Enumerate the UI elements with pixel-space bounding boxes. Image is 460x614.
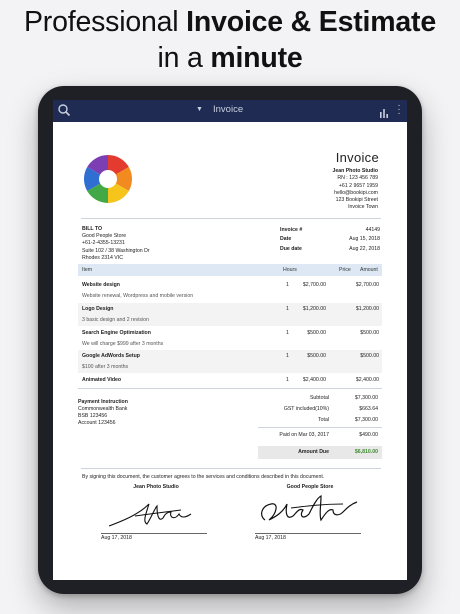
app-bar: ▼ Invoice · · · [53, 100, 407, 122]
footer-divider [81, 468, 381, 469]
item-hours: 1 [286, 353, 289, 359]
item-hours: 1 [286, 282, 289, 288]
item-description: 3 basic design and 2 revision [82, 317, 149, 323]
item-price: $2,400.00 [302, 377, 326, 383]
meta-row: Due date Aug 22, 2018 [280, 245, 380, 252]
amount-due-row: Amount Due $6,810.00 [258, 446, 382, 459]
item-hours: 1 [286, 377, 289, 383]
search-icon[interactable] [57, 103, 71, 122]
payment-instruction: Payment Instruction Commonwealth Bank BS… [78, 399, 128, 427]
business-name: Jean Photo Studio [332, 168, 378, 174]
chevron-down-icon[interactable]: ▼ [196, 106, 203, 113]
table-row: Website design 1 $2,700.00 $2,700.00 Web… [78, 279, 382, 303]
item-description: We will charge $999 after 3 months [82, 341, 164, 347]
table-row: Logo Design 1 $1,200.00 $1,200.00 3 basi… [78, 303, 382, 326]
item-amount: $1,200.00 [355, 306, 379, 312]
item-price: $2,700.00 [302, 282, 326, 288]
item-amount: $500.00 [360, 353, 379, 359]
consent-text: By signing this document, the customer a… [82, 474, 325, 480]
business-details: Jean Photo Studio RN : 123 456 789 +61 2… [332, 168, 378, 212]
meta-row: Invoice #44149 [280, 227, 380, 233]
business-rn: RN : 123 456 789 [337, 175, 378, 182]
invoice-meta: Invoice #44149 Date Aug 15, 2018 Due date… [280, 226, 380, 254]
bill-to-name: Good People Store [82, 233, 127, 240]
meta-row: Date Aug 15, 2018 [280, 236, 380, 243]
item-amount: $500.00 [360, 330, 379, 336]
app-screen: ▼ Invoice · · · Invoice Jean Photo Studi… [53, 100, 407, 580]
invoice-document: Invoice Jean Photo Studio RN : 123 456 7… [53, 122, 407, 580]
signature-line-business [101, 533, 207, 534]
payment-account: Account 123456 [78, 420, 116, 426]
signature-date-customer: Aug 17, 2018 [255, 535, 286, 541]
item-name: Website design [82, 282, 120, 288]
item-name: Logo Design [82, 306, 114, 312]
payment-bsb: BSB 123456 [78, 413, 108, 419]
signature-date-business: Aug 17, 2018 [101, 535, 132, 541]
item-hours: 1 [286, 306, 289, 312]
tablet-frame: ▼ Invoice · · · Invoice Jean Photo Studi… [38, 86, 422, 594]
bill-to-block: BILL TO Good People Store +61-2-4355-132… [82, 226, 150, 262]
bill-to-label: BILL TO [82, 226, 102, 232]
business-address-1: 123 Bookipi Street [335, 197, 378, 204]
col-amount: Amount [360, 267, 378, 273]
total-row: Total $7,300.00 [318, 417, 378, 423]
headline-line-2: in a minute [157, 42, 303, 74]
table-row: Animated Video 1 $2,400.00 $2,400.00 [78, 373, 382, 386]
col-hours: Hours [283, 267, 297, 273]
business-email: hello@bookipi.com [334, 189, 378, 196]
table-row: Search Engine Optimization 1 $500.00 $50… [78, 326, 382, 350]
item-hours: 1 [286, 330, 289, 336]
invoice-title: Invoice [335, 150, 379, 165]
item-amount: $2,400.00 [355, 377, 379, 383]
paid-row: Paid on Mar 03, 2017 $490.00 [279, 432, 378, 438]
business-logo [82, 153, 134, 207]
totals-divider [258, 427, 382, 428]
camera-dots [225, 91, 235, 122]
item-description: $100 after 3 months [82, 364, 129, 370]
items-divider [78, 388, 382, 389]
bill-to-address-1: Suite 102 / 38 Washington Dr [82, 247, 150, 254]
bill-to-phone: +61-2-4355-13231 [82, 240, 125, 247]
app-bar-title[interactable]: Invoice [213, 104, 243, 115]
promo-headline: Professional Invoice & Estimate in a min… [0, 4, 460, 76]
table-row: Google AdWords Setup 1 $500.00 $500.00 $… [78, 350, 382, 373]
item-amount: $2,700.00 [355, 282, 379, 288]
item-price: $500.00 [307, 330, 326, 336]
payment-label: Payment Instruction [78, 399, 128, 405]
business-signature [108, 503, 192, 527]
headline-line-1: Professional Invoice & Estimate [24, 6, 436, 38]
item-description: Website renewal, Wordpress and mobile ve… [82, 293, 194, 299]
bar-chart-icon[interactable] [379, 105, 389, 123]
item-name: Animated Video [82, 377, 122, 383]
bill-to-address-2: Rhodes 2314 VIC [82, 254, 123, 261]
header-divider [81, 218, 381, 219]
payment-bank: Commonwealth Bank [78, 406, 128, 412]
customer-signature [261, 495, 358, 522]
col-price: Price [339, 267, 351, 273]
item-price: $500.00 [307, 353, 326, 359]
item-price: $1,200.00 [302, 306, 326, 312]
items-table-header: Item Hours Price Amount [78, 264, 382, 276]
item-name: Google AdWords Setup [82, 353, 140, 359]
item-name: Search Engine Optimization [82, 330, 151, 336]
business-address-2: Invoice Town [348, 204, 378, 211]
signature-line-customer [255, 533, 361, 534]
more-vert-icon[interactable]: · · · [397, 101, 401, 119]
signer-name-business: Jean Photo Studio [133, 484, 179, 490]
col-item: Item [82, 267, 93, 273]
business-phone: +61 2 9657 1959 [338, 182, 378, 189]
